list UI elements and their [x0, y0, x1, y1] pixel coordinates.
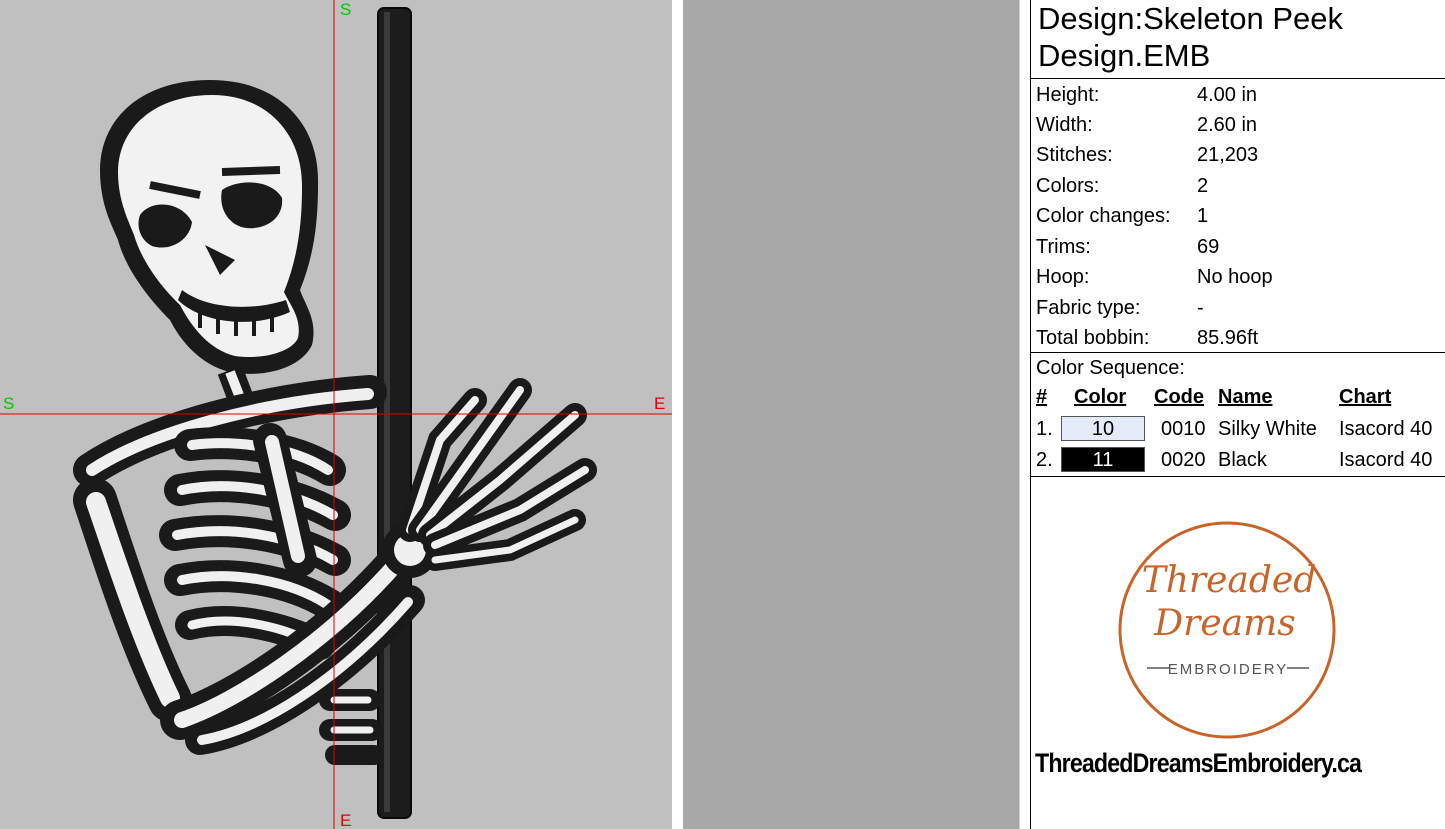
color-swatch: 10 — [1061, 416, 1145, 441]
stat-value-color-changes: 1 — [1197, 205, 1209, 227]
stat-value-colors: 2 — [1197, 175, 1209, 197]
stat-label-stitches: Stitches: — [1036, 144, 1113, 166]
stat-value-width: 2.60 in — [1197, 114, 1258, 136]
design-preview[interactable]: S E S E — [0, 0, 672, 829]
color-sequence-title: Color Sequence: — [1036, 357, 1185, 379]
logo-text-dreams: Dreams — [1153, 603, 1295, 644]
color-row-chart: Isacord 40 — [1339, 418, 1433, 440]
col-header-num: # — [1036, 386, 1048, 408]
design-title: Design:Skeleton Peek Design.EMB — [1038, 0, 1343, 74]
color-row-code: 0010 — [1161, 418, 1206, 440]
stat-label-hoop: Hoop: — [1036, 266, 1090, 288]
col-header-code: Code — [1154, 386, 1204, 408]
stat-value-height: 4.00 in — [1197, 84, 1258, 106]
color-swatch: 11 — [1061, 447, 1145, 472]
panel-gutter-right — [1019, 0, 1030, 829]
color-row-chart: Isacord 40 — [1339, 449, 1433, 471]
col-header-chart: Chart — [1339, 386, 1392, 408]
divider — [1031, 476, 1445, 477]
stat-value-total-bobbin: 85.96ft — [1197, 327, 1259, 349]
design-name: Design:Skeleton Peek — [1038, 1, 1344, 36]
stat-value-hoop: No hoop — [1197, 266, 1273, 288]
stat-label-fabric-type: Fabric type: — [1036, 297, 1141, 319]
stat-label-width: Width: — [1036, 114, 1093, 136]
stat-label-trims: Trims: — [1036, 236, 1091, 258]
col-header-name: Name — [1218, 386, 1273, 408]
axis-start-top-label: S — [340, 0, 352, 19]
color-row-num: 1. — [1036, 418, 1053, 440]
stat-label-total-bobbin: Total bobbin: — [1036, 327, 1150, 349]
design-filename: Design.EMB — [1038, 38, 1211, 73]
color-row-code: 0020 — [1161, 449, 1206, 471]
axis-end-bottom-label: E — [340, 811, 352, 829]
divider — [1031, 352, 1445, 353]
panel-gutter — [672, 0, 683, 829]
color-row-name: Black — [1218, 449, 1267, 471]
design-info-panel: Design:Skeleton Peek Design.EMB Height: … — [1030, 0, 1445, 829]
stat-label-height: Height: — [1036, 84, 1100, 106]
stat-value-fabric-type: - — [1197, 297, 1204, 319]
stat-value-stitches: 21,203 — [1197, 144, 1259, 166]
website-url: ThreadedDreamsEmbroidery.ca — [1035, 748, 1362, 778]
empty-preview-panel — [683, 0, 1019, 829]
axis-start-left-label: S — [3, 394, 15, 413]
stat-value-trims: 69 — [1197, 236, 1220, 258]
color-row-num: 2. — [1036, 449, 1053, 471]
stat-label-color-changes: Color changes: — [1036, 205, 1171, 227]
logo-text-threaded: Threaded — [1142, 560, 1317, 601]
stat-label-colors: Colors: — [1036, 175, 1100, 197]
logo-text-embroidery: EMBROIDERY — [1168, 661, 1289, 678]
col-header-color: Color — [1074, 386, 1127, 408]
axis-end-right-label: E — [654, 394, 666, 413]
skeleton-embroidery-image — [0, 0, 672, 829]
divider — [1031, 78, 1445, 79]
threaded-dreams-logo: Threaded Dreams EMBROIDERY — [1118, 521, 1336, 739]
color-row-name: Silky White — [1218, 418, 1317, 440]
